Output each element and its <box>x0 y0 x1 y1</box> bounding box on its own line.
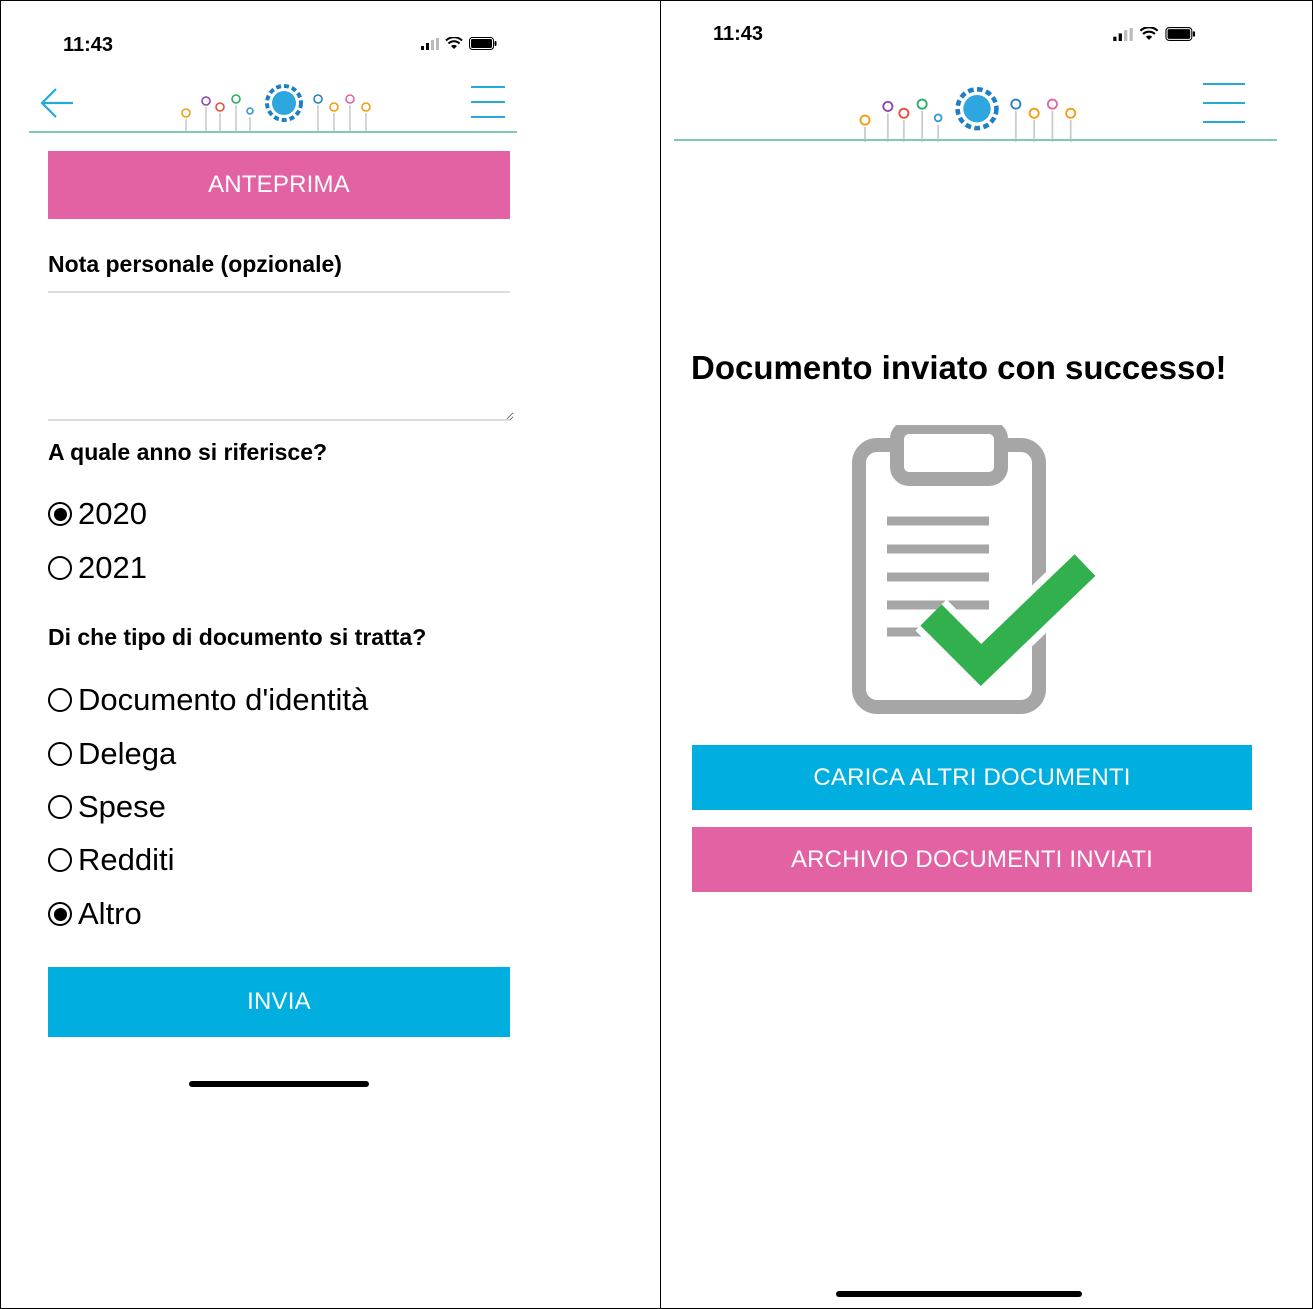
signal-icon <box>421 37 439 50</box>
preview-button[interactable]: ANTEPRIMA <box>48 151 510 219</box>
radio-label: 2021 <box>78 550 147 585</box>
archive-button[interactable]: ARCHIVIO DOCUMENTI INVIATI <box>692 827 1252 892</box>
radio-unselected-icon <box>48 848 72 872</box>
flower-logo <box>859 87 1077 142</box>
year-question: A quale anno si riferisce? <box>48 439 328 465</box>
radio-selected-icon <box>48 902 72 926</box>
radio-label: 2020 <box>78 496 147 531</box>
home-indicator[interactable] <box>189 1081 369 1087</box>
radio-selected-icon <box>48 502 72 526</box>
radio-doc-delega[interactable]: Delega <box>48 736 176 772</box>
radio-label: Altro <box>78 896 142 931</box>
success-message: Documento inviato con successo! <box>691 349 1227 386</box>
radio-unselected-icon <box>48 742 72 766</box>
battery-icon <box>1165 27 1196 41</box>
radio-doc-altro[interactable]: Altro <box>48 896 142 932</box>
battery-icon <box>469 37 497 50</box>
radio-label: Documento d'identità <box>78 682 369 717</box>
note-bottom-divider <box>48 419 510 421</box>
flower-logo <box>181 84 371 132</box>
header-divider <box>29 131 517 133</box>
status-time: 11:43 <box>63 34 114 56</box>
left-screen: 11:43 ANTEPRIMA Nota personale (opzional… <box>1 1 660 1307</box>
note-top-divider <box>48 291 510 293</box>
radio-doc-redditi[interactable]: Redditi <box>48 842 175 878</box>
hamburger-icon[interactable] <box>1203 83 1245 123</box>
radio-year-2021[interactable]: 2021 <box>48 550 147 586</box>
header-divider <box>674 139 1277 141</box>
radio-label: Delega <box>78 736 177 771</box>
send-button[interactable]: INVIA <box>48 967 510 1037</box>
radio-unselected-icon <box>48 688 72 712</box>
radio-unselected-icon <box>48 795 72 819</box>
hamburger-icon[interactable] <box>471 86 505 118</box>
radio-doc-identity[interactable]: Documento d'identità <box>48 682 368 718</box>
wifi-icon <box>445 37 463 49</box>
signal-icon <box>1113 27 1133 41</box>
status-icons <box>421 37 497 50</box>
note-label: Nota personale (opzionale) <box>48 251 342 277</box>
radio-label: Spese <box>78 789 166 824</box>
radio-year-2020[interactable]: 2020 <box>48 496 147 532</box>
doc-type-question: Di che tipo di documento si tratta? <box>48 624 427 650</box>
arrow-left-icon[interactable] <box>39 87 75 119</box>
radio-label: Redditi <box>78 842 175 877</box>
right-screen: 11:43 Documento inviato con successo! CA… <box>661 1 1312 1307</box>
upload-more-button[interactable]: CARICA ALTRI DOCUMENTI <box>692 745 1252 810</box>
clipboard-check-icon <box>852 425 1099 714</box>
home-indicator[interactable] <box>836 1291 1082 1297</box>
note-textarea[interactable] <box>48 295 514 421</box>
status-icons <box>1113 27 1196 41</box>
radio-unselected-icon <box>48 556 72 580</box>
wifi-icon <box>1139 27 1159 40</box>
radio-doc-spese[interactable]: Spese <box>48 789 166 825</box>
status-time: 11:43 <box>713 23 764 45</box>
